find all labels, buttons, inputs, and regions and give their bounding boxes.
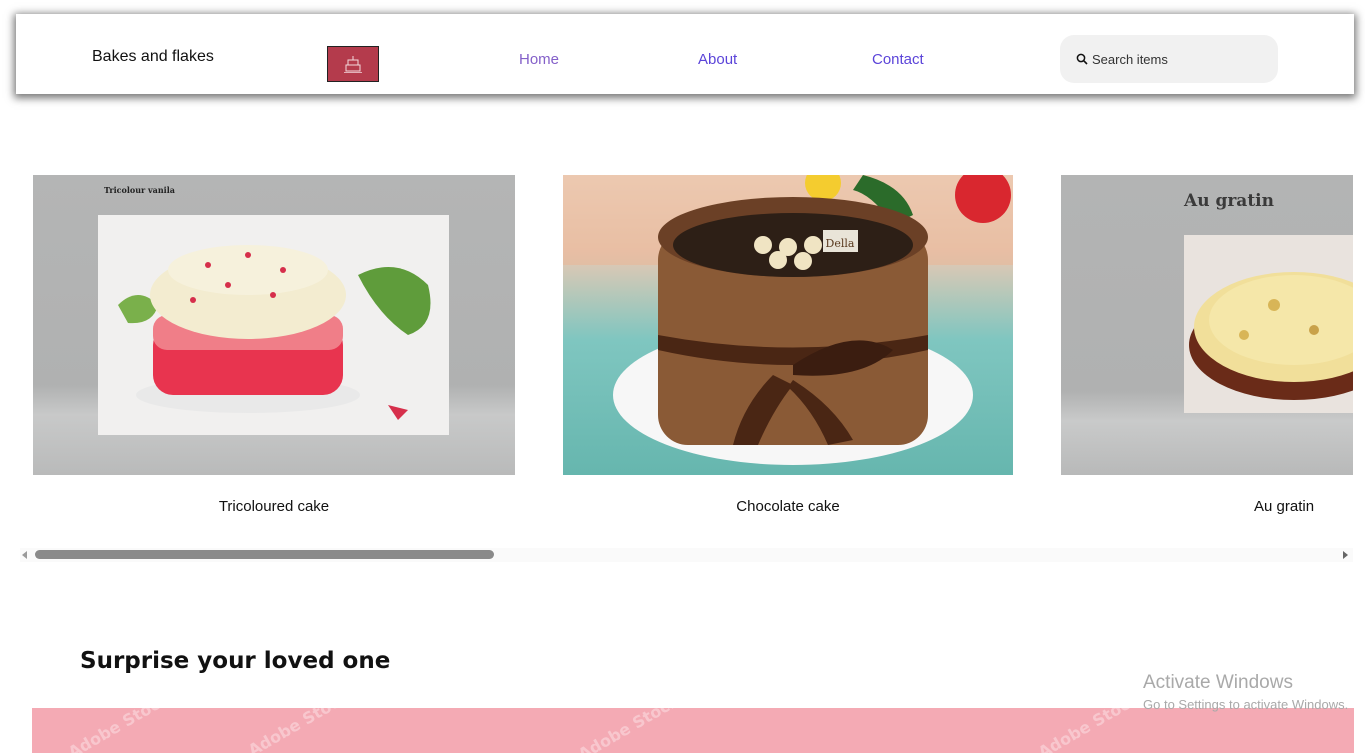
scroll-right-arrow-icon[interactable] bbox=[1343, 551, 1348, 559]
cake-photo: Della bbox=[563, 175, 1013, 465]
card-caption: Tricoloured cake bbox=[218, 498, 330, 515]
site-header: Bakes and flakes Home About Contact bbox=[16, 14, 1354, 94]
tricoloured-cake-image[interactable]: Tricolour vanila bbox=[33, 175, 515, 475]
au-gratin-image[interactable]: Au gratin bbox=[1061, 175, 1353, 475]
band-watermark: Adobe Stock bbox=[574, 708, 683, 753]
section-title: Surprise your loved one bbox=[80, 648, 391, 674]
activate-windows-watermark: Activate Windows Go to Settings to activ… bbox=[1143, 672, 1348, 712]
scrollbar-thumb[interactable] bbox=[35, 550, 494, 559]
search-input[interactable] bbox=[1092, 51, 1262, 67]
nav-about[interactable]: About bbox=[698, 51, 737, 68]
search-icon bbox=[1076, 53, 1088, 65]
nav-home[interactable]: Home bbox=[519, 51, 559, 68]
dish-photo bbox=[1184, 235, 1353, 413]
promo-banner: Adobe Stock Adobe Stock Adobe Stock Adob… bbox=[32, 708, 1354, 753]
card-caption: Chocolate cake bbox=[736, 498, 840, 515]
band-watermark: Adobe Stock bbox=[64, 708, 173, 753]
cake-photo bbox=[98, 215, 449, 435]
cake-logo-icon[interactable] bbox=[327, 46, 379, 82]
nav-contact[interactable]: Contact bbox=[872, 51, 924, 68]
chocolate-cake-image[interactable]: Della bbox=[563, 175, 1013, 475]
watermark-subtitle: Go to Settings to activate Windows. bbox=[1143, 697, 1349, 712]
product-carousel[interactable]: Tricolour vanila Tricoloured cake Della … bbox=[20, 175, 1353, 565]
band-watermark: Adobe Stock bbox=[244, 708, 353, 753]
band-watermark: Adobe Stock bbox=[1034, 708, 1143, 753]
card-caption: Au gratin bbox=[1254, 498, 1315, 515]
watermark-title: Activate Windows bbox=[1143, 672, 1293, 693]
horizontal-scrollbar[interactable] bbox=[20, 548, 1353, 562]
search-box[interactable] bbox=[1060, 35, 1278, 83]
image-label: Tricolour vanila bbox=[104, 185, 175, 195]
image-label: Au gratin bbox=[1184, 191, 1274, 211]
della-tag: Della bbox=[826, 237, 855, 250]
brand-name[interactable]: Bakes and flakes bbox=[92, 48, 214, 66]
scroll-left-arrow-icon[interactable] bbox=[22, 551, 27, 559]
